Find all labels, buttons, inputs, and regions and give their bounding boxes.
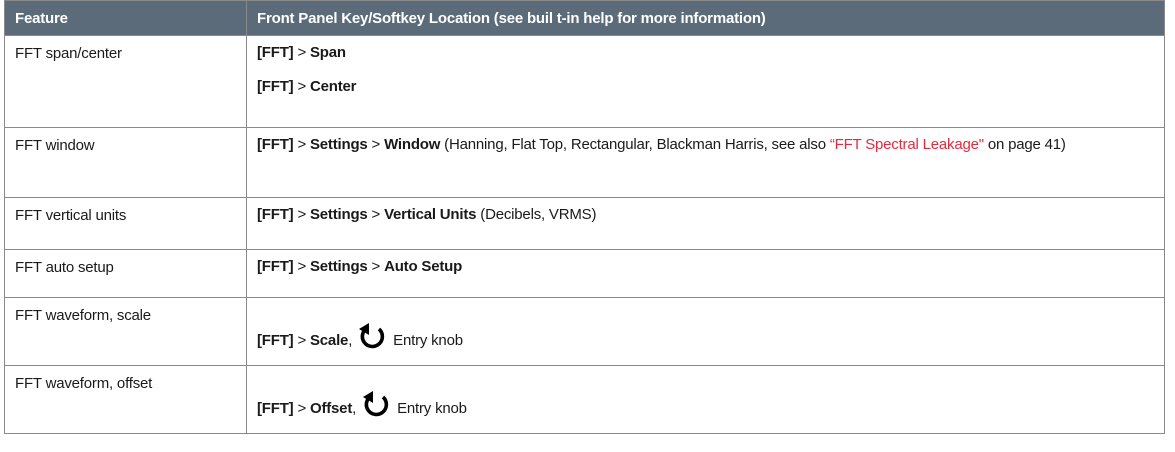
entry-knob-icon <box>363 391 389 417</box>
location-line: [FFT] > Scale, Entry knob <box>257 298 1154 360</box>
location-line: [FFT] > Settings > Window (Hanning, Flat… <box>257 128 1154 162</box>
feature-cell: FFT waveform, offset <box>4 365 247 434</box>
options-text: (Hanning, Flat Top, Rectangular, Blackma… <box>440 136 830 153</box>
softkey-label: Settings <box>309 136 368 153</box>
key-label: [FFT] <box>257 332 294 349</box>
table-row: FFT window [FFT] > Settings > Window (Ha… <box>4 127 1165 198</box>
table-row: FFT auto setup [FFT] > Settings > Auto S… <box>4 249 1165 298</box>
location-cell: [FFT] > Settings > Auto Setup <box>246 249 1165 298</box>
separator: > <box>293 44 310 61</box>
location-cell: [FFT] > Span [FFT] > Center <box>246 35 1165 128</box>
feature-cell: FFT waveform, scale <box>4 297 247 366</box>
options-text: (Decibels, VRMS) <box>476 206 597 223</box>
location-cell: [FFT] > Settings > Window (Hanning, Flat… <box>246 127 1165 198</box>
separator: > <box>367 258 385 275</box>
page-reference: on page 41) <box>983 136 1066 153</box>
comma: , <box>352 400 357 417</box>
knob-label: Entry knob <box>393 332 463 349</box>
separator: > <box>293 332 310 349</box>
softkey-label: Center <box>309 78 357 95</box>
separator: > <box>293 78 310 95</box>
header-feature: Feature <box>4 0 247 36</box>
feature-cell: FFT window <box>4 127 247 198</box>
feature-cell: FFT vertical units <box>4 197 247 250</box>
entry-knob-icon <box>359 323 385 349</box>
key-label: [FFT] <box>257 44 294 61</box>
softkey-label: Settings <box>309 206 368 223</box>
separator: > <box>367 136 385 153</box>
softkey-label: Offset <box>309 400 353 417</box>
table-row: FFT waveform, scale [FFT] > Scale, Entry … <box>4 297 1165 366</box>
table-row: FFT vertical units [FFT] > Settings > Ve… <box>4 197 1165 250</box>
key-label: [FFT] <box>257 78 294 95</box>
separator: > <box>293 206 310 223</box>
separator: > <box>293 136 310 153</box>
feature-cell: FFT auto setup <box>4 249 247 298</box>
table-row: FFT span/center [FFT] > Span [FFT] > Cen… <box>4 35 1165 128</box>
location-cell: [FFT] > Settings > Vertical Units (Decib… <box>246 197 1165 250</box>
feature-table: Feature Front Panel Key/Softkey Location… <box>4 0 1165 434</box>
key-label: [FFT] <box>257 136 294 153</box>
table-header-row: Feature Front Panel Key/Softkey Location… <box>4 0 1165 36</box>
key-label: [FFT] <box>257 206 294 223</box>
location-line: [FFT] > Span <box>257 36 1154 70</box>
table-row: FFT waveform, offset [FFT] > Offset, Entr… <box>4 365 1165 434</box>
softkey-label: Settings <box>309 258 368 275</box>
separator: > <box>293 400 310 417</box>
separator: > <box>367 206 385 223</box>
header-location: Front Panel Key/Softkey Location (see bu… <box>246 0 1165 36</box>
location-line: [FFT] > Offset, Entry knob <box>257 366 1154 428</box>
location-cell: [FFT] > Offset, Entry knob <box>246 365 1165 434</box>
location-line: [FFT] > Settings > Vertical Units (Decib… <box>257 198 1154 232</box>
softkey-label: Span <box>309 44 346 61</box>
softkey-label: Window <box>384 136 441 153</box>
softkey-label: Vertical Units <box>384 206 477 223</box>
key-label: [FFT] <box>257 258 294 275</box>
location-line: [FFT] > Center <box>257 70 1154 104</box>
cross-reference-link[interactable]: “FFT Spectral Leakage" <box>830 136 984 153</box>
key-label: [FFT] <box>257 400 294 417</box>
comma: , <box>348 332 353 349</box>
softkey-label: Auto Setup <box>384 258 463 275</box>
knob-label: Entry knob <box>397 400 467 417</box>
location-cell: [FFT] > Scale, Entry knob <box>246 297 1165 366</box>
separator: > <box>293 258 310 275</box>
location-line: [FFT] > Settings > Auto Setup <box>257 250 1154 284</box>
feature-cell: FFT span/center <box>4 35 247 128</box>
softkey-label: Scale <box>309 332 349 349</box>
